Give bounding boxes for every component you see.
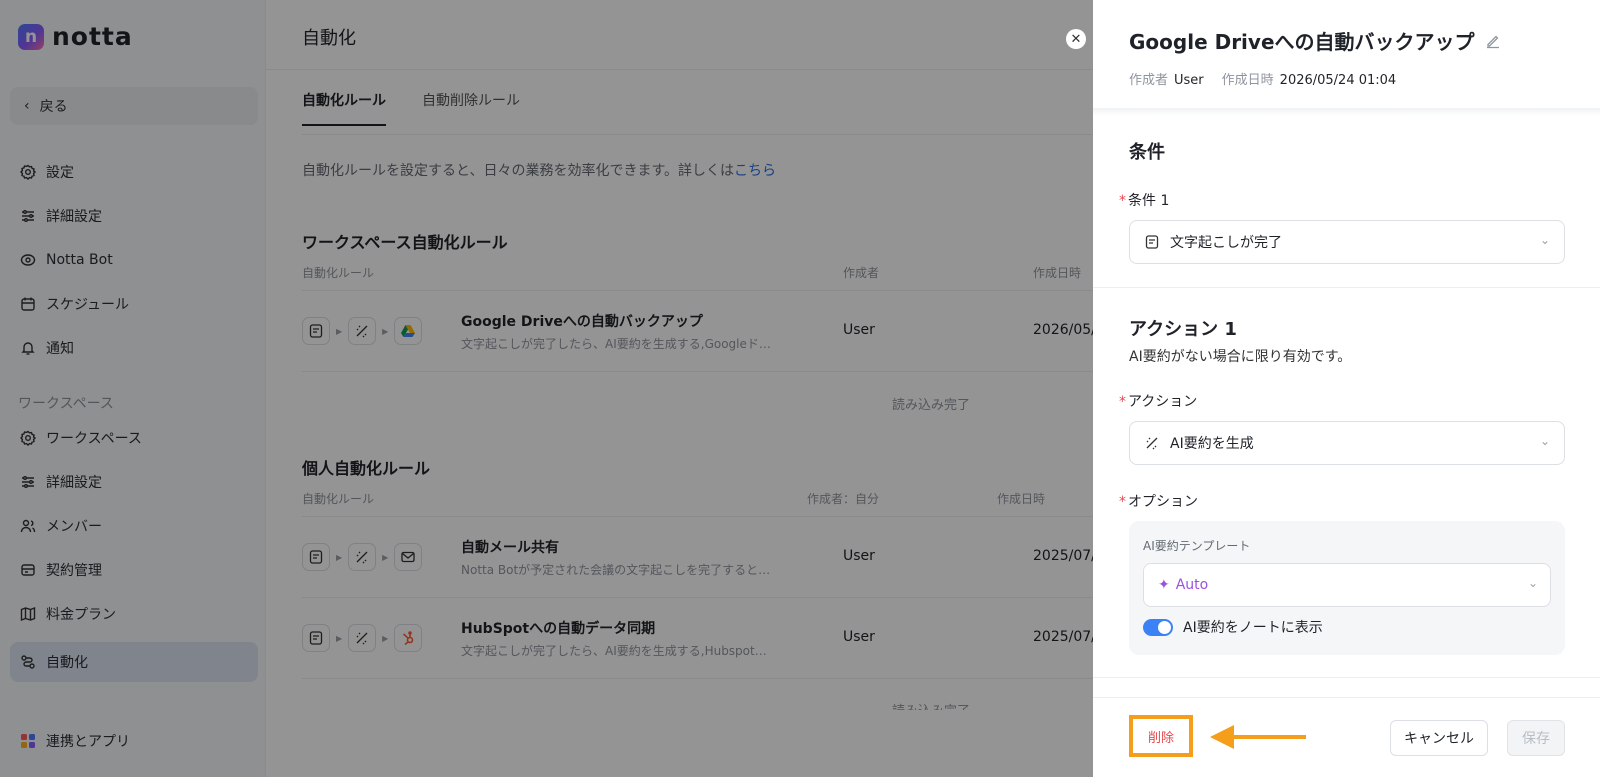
- conditions-heading: 条件: [1129, 142, 1165, 163]
- drawer-meta: 作成者 User 作成日時 2026/05/24 01:04: [1129, 69, 1396, 88]
- condition1-label-text: 条件 1: [1128, 193, 1170, 209]
- creator-meta: 作成者 User: [1129, 69, 1204, 88]
- close-icon[interactable]: ✕: [1066, 29, 1086, 49]
- options-panel: AI要約テンプレート ✦ Auto ⌄ AI要約をノートに表示: [1129, 521, 1565, 655]
- ai-magic-icon: [1146, 437, 1158, 450]
- arrow-left-icon: [1210, 725, 1306, 749]
- drawer-footer: 削除 キャンセル 保存: [1093, 697, 1600, 777]
- cancel-button[interactable]: キャンセル: [1390, 720, 1488, 756]
- show-summary-toggle[interactable]: [1143, 618, 1173, 636]
- toggle-label: AI要約をノートに表示: [1183, 620, 1323, 636]
- drawer-title: Google Driveへの自動バックアップ: [1129, 26, 1501, 55]
- rule-detail-drawer: Google Driveへの自動バックアップ 作成者 User 作成日時 2026/…: [1093, 0, 1600, 777]
- template-value: Auto: [1175, 577, 1209, 593]
- sparkle-icon: ✦: [1158, 577, 1170, 593]
- delete-button[interactable]: 削除: [1129, 715, 1193, 757]
- option-label: * オプション: [1119, 491, 1198, 511]
- action-value: AI要約を生成: [1170, 436, 1254, 452]
- creator-label: 作成者: [1129, 73, 1169, 88]
- divider: [1093, 287, 1600, 288]
- drawer-title-text: Google Driveへの自動バックアップ: [1129, 30, 1475, 54]
- created-value: 2026/05/24 01:04: [1279, 73, 1397, 88]
- edit-icon[interactable]: [1485, 33, 1501, 49]
- required-mark: *: [1119, 193, 1126, 209]
- required-mark: *: [1119, 394, 1126, 410]
- condition1-select[interactable]: 文字起こしが完了 ⌄: [1129, 220, 1565, 264]
- created-meta: 作成日時 2026/05/24 01:04: [1222, 69, 1397, 88]
- modal-backdrop[interactable]: [0, 0, 1093, 777]
- action-label: * アクション: [1119, 391, 1197, 411]
- option-label-text: オプション: [1128, 494, 1198, 510]
- condition1-value: 文字起こしが完了: [1170, 235, 1282, 251]
- created-label: 作成日時: [1221, 73, 1274, 88]
- show-summary-toggle-row: AI要約をノートに表示: [1143, 617, 1323, 637]
- chevron-down-icon: ⌄: [1539, 434, 1550, 448]
- template-select[interactable]: ✦ Auto ⌄: [1143, 563, 1551, 607]
- save-button[interactable]: 保存: [1507, 720, 1565, 756]
- action-heading: アクション 1: [1129, 319, 1237, 340]
- condition1-label: * 条件 1: [1119, 190, 1169, 210]
- chevron-down-icon: ⌄: [1539, 233, 1550, 247]
- divider: [1093, 677, 1600, 678]
- divider-shadow: [1093, 108, 1600, 116]
- transcript-icon: [1145, 235, 1159, 249]
- creator-value: User: [1174, 73, 1204, 88]
- template-label: AI要約テンプレート: [1143, 539, 1251, 553]
- required-mark: *: [1119, 494, 1126, 510]
- action-label-text: アクション: [1128, 394, 1198, 410]
- action-note: AI要約がない場合に限り有効です。: [1129, 349, 1352, 365]
- action-select[interactable]: AI要約を生成 ⌄: [1129, 421, 1565, 465]
- chevron-down-icon: ⌄: [1527, 576, 1538, 590]
